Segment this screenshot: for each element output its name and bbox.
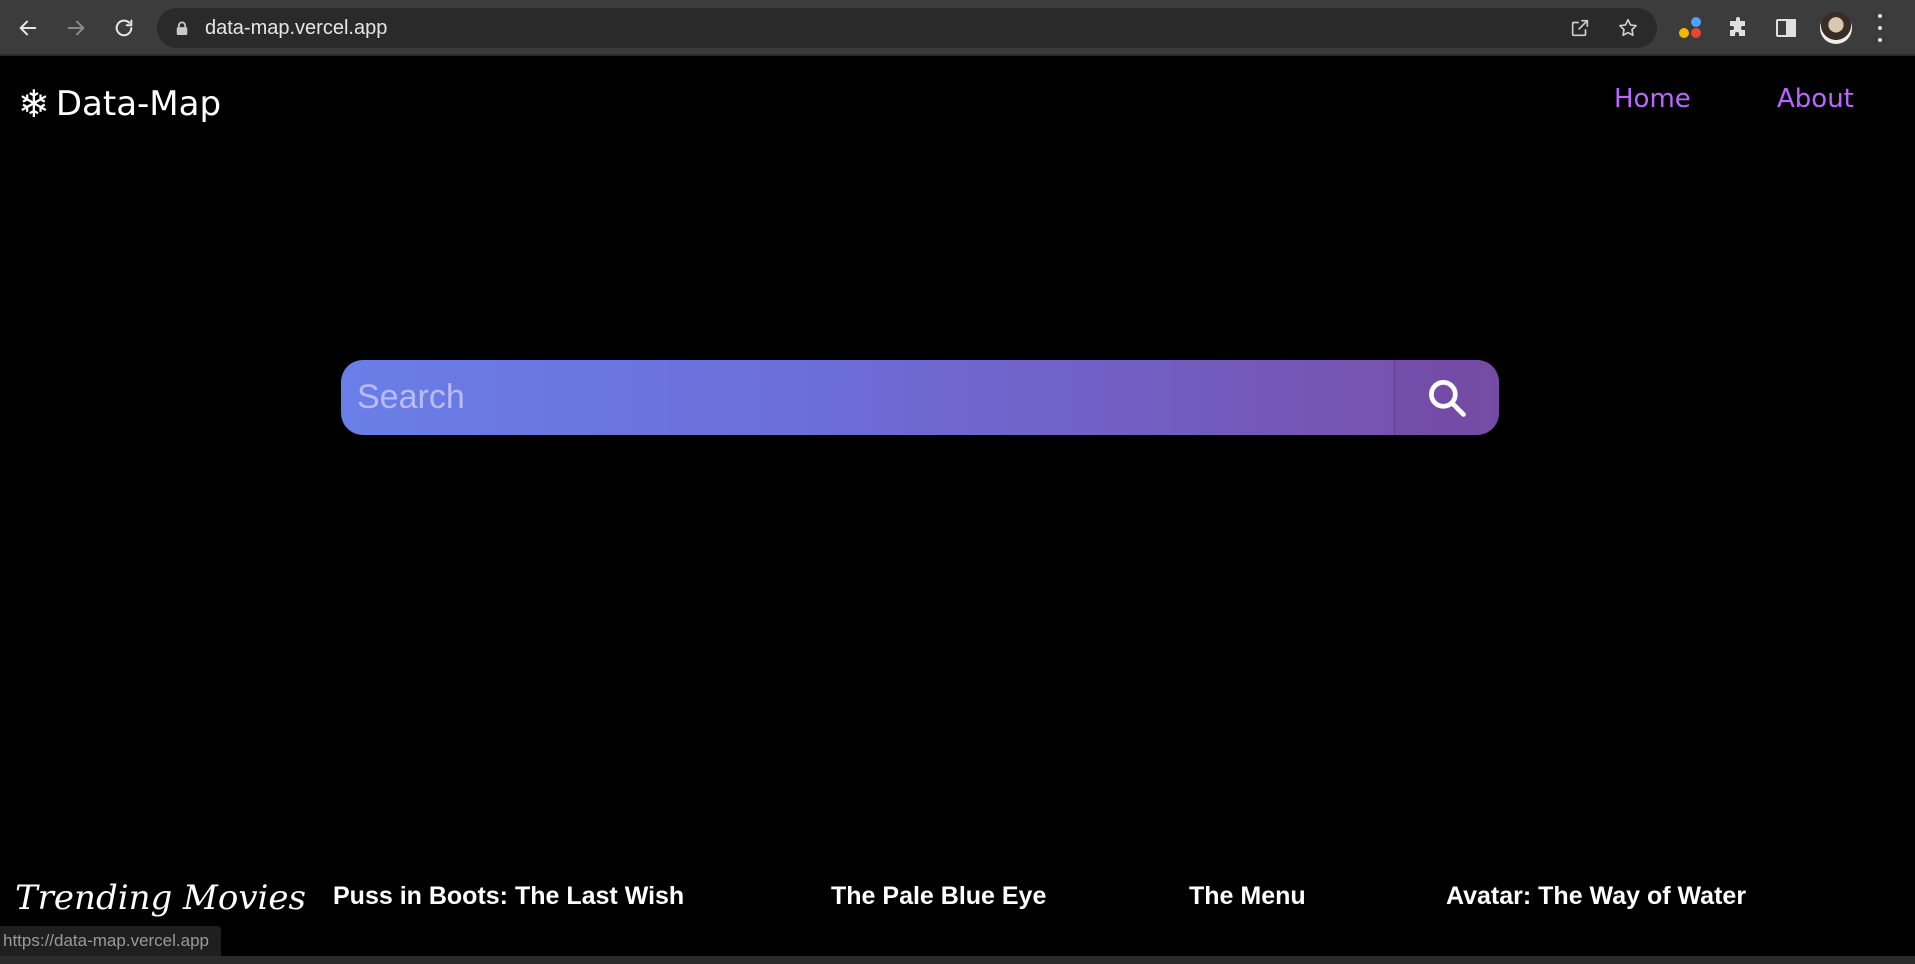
trending-movie-item[interactable]: The Pale Blue Eye xyxy=(831,882,1046,911)
window-bottom-edge xyxy=(0,956,1915,964)
profile-avatar[interactable] xyxy=(1820,12,1852,44)
nav-about-link[interactable]: About xyxy=(1777,84,1854,114)
side-panel-icon[interactable] xyxy=(1772,14,1800,42)
share-icon[interactable] xyxy=(1569,17,1591,39)
search-input[interactable] xyxy=(341,360,1394,435)
reload-button[interactable] xyxy=(108,12,140,44)
trending-movie-item[interactable]: Puss in Boots: The Last Wish xyxy=(333,882,684,911)
site-logo[interactable]: ❄ Data-Map xyxy=(18,84,221,124)
browser-toolbar: data-map.vercel.app xyxy=(0,0,1915,56)
search-icon xyxy=(1429,379,1466,417)
extension-colorful-icon[interactable] xyxy=(1676,14,1704,42)
back-button[interactable] xyxy=(12,12,44,44)
trending-movie-item[interactable]: Avatar: The Way of Water xyxy=(1446,882,1746,911)
nav-home-link[interactable]: Home xyxy=(1614,84,1691,114)
arrow-left-icon xyxy=(19,20,37,36)
trending-movies-heading: Trending Movies xyxy=(15,878,306,918)
extensions-puzzle-icon[interactable] xyxy=(1724,14,1752,42)
status-bar-url: https://data-map.vercel.app xyxy=(0,926,222,956)
reload-icon xyxy=(115,19,133,37)
url-text: data-map.vercel.app xyxy=(205,16,388,39)
brand-name: Data-Map xyxy=(55,84,222,124)
forward-button[interactable] xyxy=(60,12,92,44)
arrow-right-icon xyxy=(67,20,85,36)
browser-menu-icon[interactable] xyxy=(1876,14,1884,42)
bookmark-star-icon[interactable] xyxy=(1617,17,1639,39)
address-bar[interactable]: data-map.vercel.app xyxy=(157,8,1657,48)
lock-icon xyxy=(175,20,191,36)
snowflake-icon: ❄ xyxy=(18,82,50,126)
search-bar xyxy=(341,360,1499,435)
trending-movie-item[interactable]: The Menu xyxy=(1189,882,1306,911)
search-button[interactable] xyxy=(1394,360,1499,435)
